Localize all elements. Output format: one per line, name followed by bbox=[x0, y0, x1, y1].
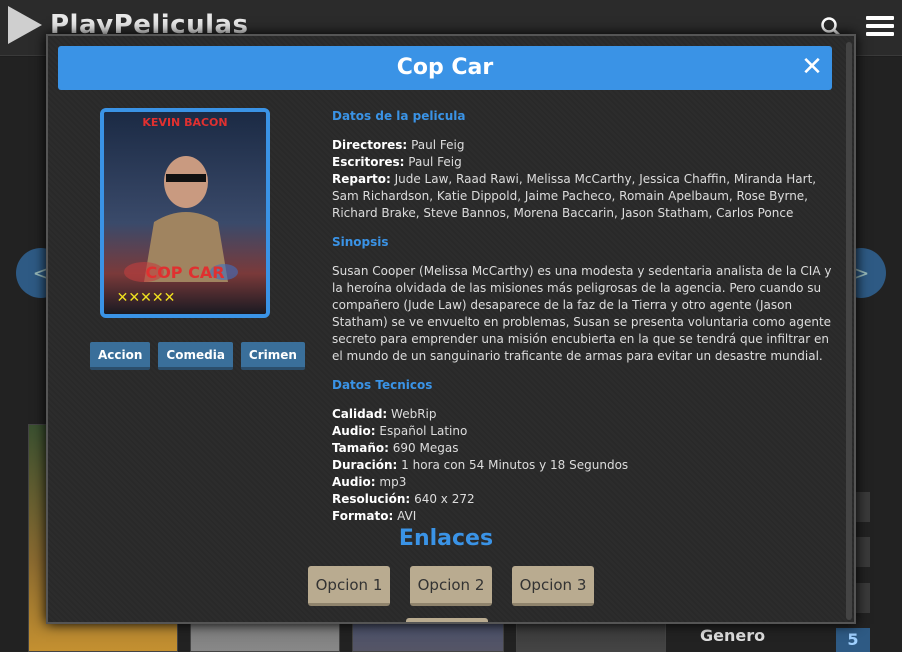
tech-value: 1 hora con 54 Minutos y 18 Segundos bbox=[401, 458, 629, 472]
tech-label: Audio: bbox=[332, 424, 376, 438]
links-title: Enlaces bbox=[398, 526, 494, 551]
sidebar-genre-count: 5 bbox=[836, 628, 870, 652]
modal-scrollbar[interactable] bbox=[846, 42, 852, 620]
escritores-value: Paul Feig bbox=[408, 155, 462, 169]
option-button-1[interactable]: Opcion 1 bbox=[308, 566, 390, 606]
rating-icon: ✕✕✕✕✕ bbox=[117, 290, 176, 306]
tech-row: Resolución: 640 x 272 bbox=[332, 491, 832, 508]
modal-header: Cop Car ✕ bbox=[58, 46, 832, 90]
option-button-3[interactable]: Opcion 3 bbox=[512, 566, 594, 606]
tech-value: mp3 bbox=[379, 475, 407, 489]
reparto-value: Jude Law, Raad Rawi, Melissa McCarthy, J… bbox=[332, 172, 817, 220]
tech-row: Tamaño: 690 Megas bbox=[332, 440, 832, 457]
synopsis-section-title: Sinopsis bbox=[332, 235, 389, 249]
tech-label: Formato: bbox=[332, 509, 394, 523]
tech-value: Español Latino bbox=[379, 424, 468, 438]
reparto-label: Reparto: bbox=[332, 172, 391, 186]
tech-label: Duración: bbox=[332, 458, 398, 472]
synopsis-text: Susan Cooper (Melissa McCarthy) es una m… bbox=[332, 264, 832, 363]
directores-row: Directores: Paul Feig bbox=[332, 137, 832, 154]
tech-value: WebRip bbox=[391, 407, 437, 421]
movie-poster: KEVIN BACON COP CAR ✕✕✕✕✕ bbox=[100, 108, 270, 318]
escritores-label: Escritores: bbox=[332, 155, 405, 169]
genre-button-comedia[interactable]: Comedia bbox=[158, 342, 233, 370]
escritores-row: Escritores: Paul Feig bbox=[332, 154, 832, 171]
tech-value: 690 Megas bbox=[392, 441, 459, 455]
option-list: Opcion 1 Opcion 2 Opcion 3 bbox=[308, 566, 594, 606]
tech-label: Resolución: bbox=[332, 492, 411, 506]
details-block: Directores: Paul Feig Escritores: Paul F… bbox=[332, 137, 832, 222]
option-button-2[interactable]: Opcion 2 bbox=[410, 566, 492, 606]
tech-label: Tamaño: bbox=[332, 441, 389, 455]
reparto-row: Reparto: Jude Law, Raad Rawi, Melissa Mc… bbox=[332, 171, 832, 222]
directores-label: Directores: bbox=[332, 138, 408, 152]
directores-value: Paul Feig bbox=[411, 138, 465, 152]
genre-list: Accion Comedia Crimen bbox=[90, 342, 305, 370]
tech-row: Audio: mp3 bbox=[332, 474, 832, 491]
tech-label: Calidad: bbox=[332, 407, 388, 421]
tech-row: Duración: 1 hora con 54 Minutos y 18 Seg… bbox=[332, 457, 832, 474]
option-button-partial[interactable] bbox=[406, 618, 488, 622]
menu-icon[interactable] bbox=[866, 16, 894, 38]
play-icon bbox=[8, 6, 42, 44]
tech-row: Audio: Español Latino bbox=[332, 423, 832, 440]
genre-button-accion[interactable]: Accion bbox=[90, 342, 151, 370]
poster-title-text: COP CAR bbox=[145, 263, 224, 282]
tech-value: AVI bbox=[397, 509, 417, 523]
tech-section-title: Datos Tecnicos bbox=[332, 378, 433, 392]
close-icon[interactable]: ✕ bbox=[800, 50, 824, 84]
genre-button-crimen[interactable]: Crimen bbox=[240, 342, 305, 370]
movie-info: Datos de la pelicula Directores: Paul Fe… bbox=[332, 108, 832, 537]
movie-detail-modal: Cop Car ✕ KEVIN BACON COP CAR ✕✕✕✕✕ Acci… bbox=[46, 34, 856, 624]
tech-block: Calidad: WebRip Audio: Español Latino Ta… bbox=[332, 406, 832, 525]
modal-title: Cop Car bbox=[396, 55, 494, 80]
poster-actor-text: KEVIN BACON bbox=[142, 116, 227, 129]
tech-value: 640 x 272 bbox=[414, 492, 475, 506]
tech-row: Formato: AVI bbox=[332, 508, 832, 525]
tech-row: Calidad: WebRip bbox=[332, 406, 832, 423]
tech-label: Audio: bbox=[332, 475, 376, 489]
details-section-title: Datos de la pelicula bbox=[332, 109, 466, 123]
sidebar-genre-label[interactable]: Genero bbox=[700, 626, 765, 645]
